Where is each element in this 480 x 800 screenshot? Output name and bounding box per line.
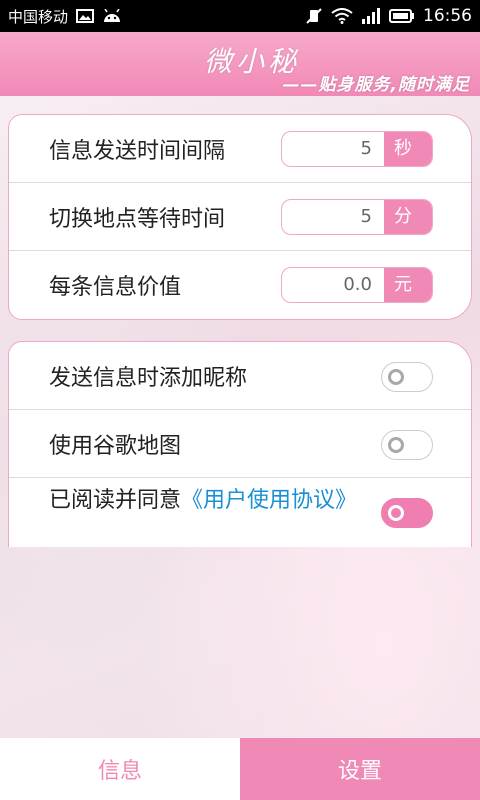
user-agreement-link[interactable]: 《用户使用协议》: [181, 488, 357, 513]
image-icon: [76, 9, 95, 23]
setting-row-google-map: 使用谷歌地图: [9, 410, 471, 478]
google-map-toggle[interactable]: [381, 430, 433, 460]
wait-label: 切换地点等待时间: [49, 206, 226, 232]
toggle-knob: [388, 437, 404, 453]
tab-settings[interactable]: 设置: [240, 738, 480, 800]
interval-label: 信息发送时间间隔: [49, 138, 226, 164]
carrier-label: 中国移动: [8, 7, 69, 26]
price-input[interactable]: 0.0 元: [281, 267, 433, 303]
wait-value[interactable]: 5: [282, 200, 384, 234]
setting-row-nickname: 发送信息时添加昵称: [9, 342, 471, 410]
agreement-toggle[interactable]: [381, 498, 433, 528]
setting-row-wait: 切换地点等待时间 5 分: [9, 183, 471, 251]
android-icon: [102, 9, 122, 23]
agreement-text: 已阅读并同意: [49, 488, 182, 513]
app-header: 微小秘 ——贴身服务,随时满足: [0, 32, 480, 96]
setting-row-agreement: 已阅读并同意《用户使用协议》: [9, 478, 471, 546]
interval-input[interactable]: 5 秒: [281, 131, 433, 167]
toggle-knob: [388, 505, 404, 521]
nickname-label: 发送信息时添加昵称: [49, 365, 248, 391]
bottom-tab-bar: 信息 设置: [0, 738, 480, 800]
price-label: 每条信息价值: [49, 275, 182, 300]
wait-unit: 分: [384, 200, 432, 234]
nickname-toggle[interactable]: [381, 362, 433, 392]
interval-unit: 秒: [384, 132, 432, 166]
mute-icon: [305, 7, 323, 25]
google-map-label: 使用谷歌地图: [49, 433, 182, 459]
setting-row-price: 每条信息价值 0.0 元: [9, 251, 471, 319]
tab-info[interactable]: 信息: [0, 738, 240, 800]
numeric-settings-card: 信息发送时间间隔 5 秒 切换地点等待时间 5 分 每条信息价值 0.0 元: [8, 114, 472, 320]
interval-value[interactable]: 5: [282, 132, 384, 166]
price-unit: 元: [384, 268, 432, 302]
app-slogan: ——贴身服务,随时满足: [282, 75, 470, 95]
status-bar: 中国移动 16:56: [0, 0, 480, 32]
price-value[interactable]: 0.0: [282, 268, 384, 302]
signal-icon: [361, 8, 381, 24]
agreement-label: 已阅读并同意《用户使用协议》: [49, 486, 369, 516]
wait-input[interactable]: 5 分: [281, 199, 433, 235]
toggle-knob: [388, 369, 404, 385]
setting-row-interval: 信息发送时间间隔 5 秒: [9, 115, 471, 183]
wifi-icon: [331, 8, 353, 24]
battery-icon: [389, 8, 415, 24]
toggle-settings-card: 发送信息时添加昵称 使用谷歌地图 已阅读并同意《用户使用协议》: [8, 341, 472, 547]
settings-content: 信息发送时间间隔 5 秒 切换地点等待时间 5 分 每条信息价值 0.0 元 发…: [0, 96, 480, 738]
clock: 16:56: [423, 6, 472, 26]
